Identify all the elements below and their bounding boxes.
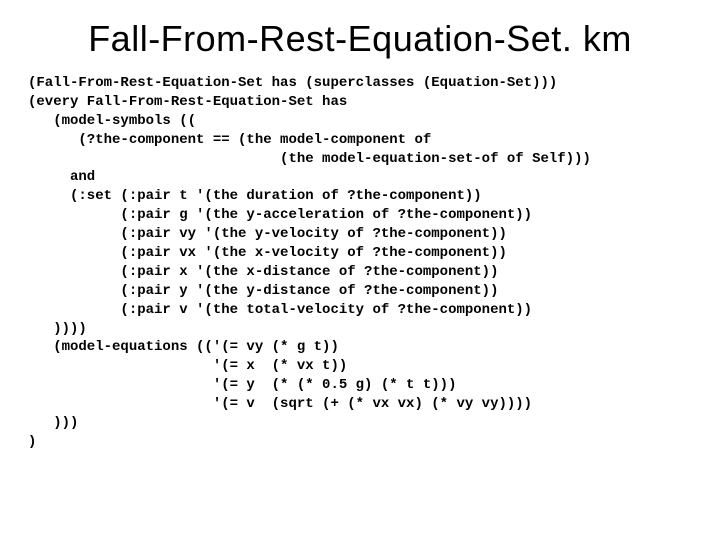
code-block: (Fall-From-Rest-Equation-Set has (superc… <box>28 74 692 452</box>
page-title: Fall-From-Rest-Equation-Set. km <box>28 18 692 60</box>
slide: Fall-From-Rest-Equation-Set. km (Fall-Fr… <box>0 0 720 540</box>
